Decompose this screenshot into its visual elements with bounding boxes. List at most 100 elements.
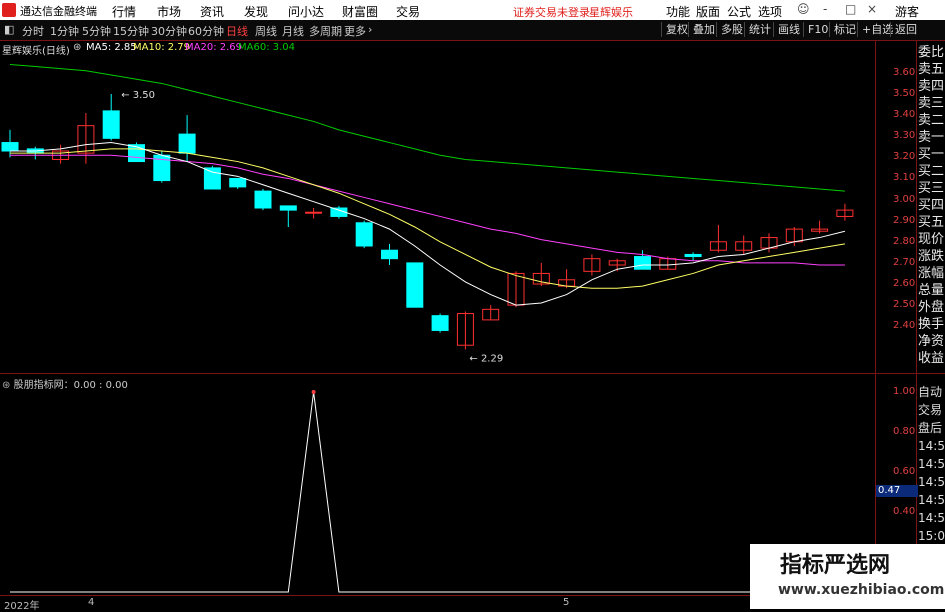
mark-button[interactable]: 标记 <box>829 22 860 37</box>
ma60-label: MA60: 3.04 <box>238 42 296 53</box>
quote-field-label: 涨跌 <box>918 249 945 264</box>
chevron-right-icon[interactable]: › <box>368 23 372 36</box>
candle-down <box>406 262 424 308</box>
price-tick: 3.10 <box>893 172 916 184</box>
candle-up <box>785 228 803 243</box>
tab-30min[interactable]: 30分钟 <box>151 23 187 39</box>
quote-field-label: 买一 <box>918 147 945 162</box>
candle-down <box>634 256 651 270</box>
candle-up <box>507 272 525 306</box>
ma10-line <box>10 148 845 289</box>
price-tick: 3.00 <box>893 193 916 205</box>
ma60-line <box>9 63 845 192</box>
candle-down <box>355 222 373 247</box>
quote-field-label: 收益 <box>918 351 945 366</box>
legend-dropdown-icon[interactable]: ⊛ <box>73 42 81 53</box>
tick-field-label: 14:58 <box>918 511 945 525</box>
close-button[interactable]: × <box>867 2 877 16</box>
tab-daily[interactable]: 日线 <box>226 23 248 39</box>
candle-up <box>482 308 500 321</box>
candle-down <box>381 249 398 260</box>
tab-monthly[interactable]: 月线 <box>282 23 304 39</box>
tab-weekly[interactable]: 周线 <box>255 23 277 39</box>
draw-line-button[interactable]: 画线 <box>773 22 804 37</box>
high-annotation: ← 3.50 <box>121 90 155 101</box>
menu-news[interactable]: 资讯 <box>200 3 224 20</box>
menu-discover[interactable]: 发现 <box>244 3 268 20</box>
candle-up <box>305 211 323 214</box>
xaxis-year: 2022年 <box>4 601 40 612</box>
quote-field-label: 买三 <box>918 181 945 196</box>
ma20-label: MA20: 2.69 <box>185 42 243 53</box>
menu-layout[interactable]: 版面 <box>696 3 720 20</box>
candle-down <box>26 148 44 154</box>
quote-field-label: 外盘 <box>918 300 945 315</box>
collapse-icon[interactable]: ◧ <box>4 23 14 36</box>
indicator-tick: 1.00 <box>893 386 916 397</box>
minimize-button[interactable]: - <box>823 2 827 16</box>
multi-stock-button[interactable]: 多股 <box>716 22 747 37</box>
stock-name-title: 星辉娱乐 <box>589 6 633 19</box>
login-status[interactable]: 证券交易未登录 <box>513 4 590 20</box>
price-tick: 2.90 <box>893 214 916 226</box>
quote-field-label: 买五 <box>918 215 945 230</box>
price-tick: 2.50 <box>893 299 916 311</box>
watermark-url: www.xuezhibiao.com <box>778 582 945 598</box>
menu-options[interactable]: 选项 <box>758 3 782 20</box>
menu-formula[interactable]: 公式 <box>727 3 751 20</box>
menu-wealth[interactable]: 财富圈 <box>342 3 378 20</box>
tab-1min[interactable]: 1分钟 <box>50 23 79 39</box>
menu-quotes[interactable]: 行情 <box>112 3 136 20</box>
ma5-label: MA5: 2.85 <box>86 42 137 53</box>
statistics-button[interactable]: 统计 <box>744 22 775 37</box>
tick-field-label: 盘后 <box>918 421 943 435</box>
tab-15min[interactable]: 15分钟 <box>113 23 149 39</box>
user-icon[interactable]: ☺ <box>797 2 810 16</box>
candle-up <box>532 272 550 285</box>
quote-field-label: 现价 <box>918 232 945 247</box>
candle-down <box>279 205 297 211</box>
indicator-tick: 0.60 <box>893 466 916 477</box>
menu-ask[interactable]: 问小达 <box>288 3 324 20</box>
ma20-line <box>10 154 845 266</box>
tick-field-label: 15:00 <box>918 529 945 543</box>
overlay-button[interactable]: 叠加 <box>688 22 719 37</box>
f10-button[interactable]: F10 <box>803 22 832 37</box>
candle-up <box>456 313 474 346</box>
tab-intraday[interactable]: 分时 <box>22 23 44 39</box>
quote-field-label: 卖四 <box>918 79 945 94</box>
candle-down <box>229 177 247 188</box>
quote-field-label: 净资 <box>918 334 945 349</box>
tab-60min[interactable]: 60分钟 <box>188 23 224 39</box>
candle-up <box>659 258 677 270</box>
candle-up <box>709 241 727 251</box>
maximize-button[interactable]: □ <box>845 2 856 16</box>
tick-field-label: 14:57 <box>918 493 945 507</box>
menu-market[interactable]: 市场 <box>157 3 181 20</box>
panel-separator <box>916 41 917 596</box>
candle-up <box>583 258 601 272</box>
indicator-peak-marker <box>311 390 316 394</box>
chart-title: 星辉娱乐(日线) <box>2 46 70 57</box>
user-label[interactable]: 游客 <box>895 3 919 20</box>
tick-field-label: 自动 <box>918 385 943 399</box>
quote-field-label: 卖五 <box>918 62 945 77</box>
tab-5min[interactable]: 5分钟 <box>82 23 111 39</box>
indicator-label: ⊛ 股朋指标网：0.00 : 0.00 <box>2 380 128 391</box>
quote-field-label: 买二 <box>918 164 945 179</box>
watermark-title: 指标严选网 <box>780 553 891 578</box>
tab-multi-period[interactable]: 多周期 <box>309 23 342 39</box>
pane-separator <box>0 373 945 374</box>
indicator-label-text: 股朋指标网：0.00 : 0.00 <box>13 380 128 391</box>
candle-up <box>836 209 854 217</box>
quote-field-label: 卖一 <box>918 130 945 145</box>
app-name: 通达信金融终端 <box>20 5 97 18</box>
tab-more[interactable]: 更多 <box>344 23 366 39</box>
menu-trade[interactable]: 交易 <box>396 3 420 20</box>
candle-up <box>52 150 70 160</box>
menu-function[interactable]: 功能 <box>666 3 690 20</box>
price-tick: 3.60 <box>893 66 916 78</box>
candle-down <box>330 207 348 217</box>
candle-up <box>608 260 626 266</box>
back-button[interactable]: 返回 <box>890 22 921 37</box>
